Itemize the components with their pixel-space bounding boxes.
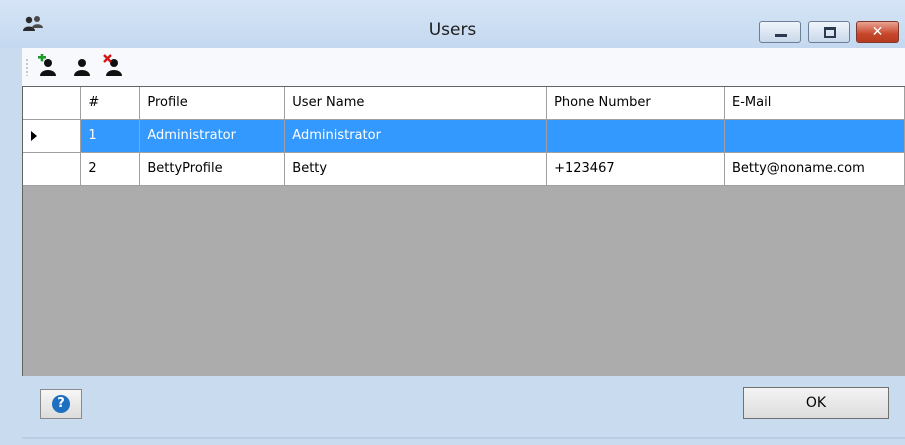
edit-user-button[interactable]: [70, 54, 94, 78]
delete-user-button[interactable]: [102, 54, 126, 78]
cell-email[interactable]: [724, 119, 905, 153]
cell-phone-number[interactable]: [546, 119, 725, 153]
table-row[interactable]: 1 Administrator Administrator: [23, 119, 905, 153]
edit-user-icon: [74, 59, 90, 76]
cell-user-name[interactable]: Administrator: [284, 119, 548, 153]
cell-id[interactable]: 2: [80, 152, 141, 186]
row-header[interactable]: [23, 119, 82, 153]
users-grid[interactable]: # Profile User Name Phone Number E-Mail …: [22, 86, 905, 376]
column-header-phone-number[interactable]: Phone Number: [546, 87, 725, 120]
help-icon: ?: [52, 395, 70, 413]
toolbar-grip[interactable]: [26, 58, 28, 76]
add-user-button[interactable]: [36, 53, 60, 78]
users-window: Users ✕ # Profile User Name Phone Number…: [0, 0, 905, 445]
cell-profile[interactable]: Administrator: [139, 119, 286, 153]
bottom-divider: [22, 437, 905, 439]
ok-button[interactable]: OK: [743, 387, 889, 419]
column-header-user-name[interactable]: User Name: [284, 87, 548, 120]
corner-header[interactable]: [23, 87, 82, 120]
cell-id[interactable]: 1: [80, 119, 141, 153]
column-header-email[interactable]: E-Mail: [724, 87, 905, 120]
help-button[interactable]: ?: [40, 389, 82, 419]
close-button[interactable]: ✕: [856, 21, 899, 43]
maximize-button[interactable]: [808, 21, 850, 43]
header-row: # Profile User Name Phone Number E-Mail: [23, 87, 905, 120]
maximize-icon: [824, 27, 836, 38]
column-header-id[interactable]: #: [80, 87, 141, 120]
delete-user-icon: [103, 54, 122, 76]
current-row-pointer-icon: [31, 130, 37, 141]
add-user-icon: [38, 53, 56, 76]
minimize-icon: [775, 34, 787, 37]
cell-profile[interactable]: BettyProfile: [139, 152, 286, 186]
close-icon: ✕: [871, 24, 884, 40]
cell-phone-number[interactable]: +123467: [546, 152, 725, 186]
cell-email[interactable]: Betty@noname.com: [724, 152, 905, 186]
table-row[interactable]: 2 BettyProfile Betty +123467 Betty@nonam…: [23, 152, 905, 186]
toolbar: [22, 48, 905, 86]
row-header[interactable]: [23, 152, 82, 186]
minimize-button[interactable]: [759, 21, 801, 43]
title-bar[interactable]: Users ✕: [0, 0, 905, 48]
cell-user-name[interactable]: Betty: [284, 152, 548, 186]
users-table: # Profile User Name Phone Number E-Mail …: [23, 87, 905, 186]
column-header-profile[interactable]: Profile: [139, 87, 286, 120]
